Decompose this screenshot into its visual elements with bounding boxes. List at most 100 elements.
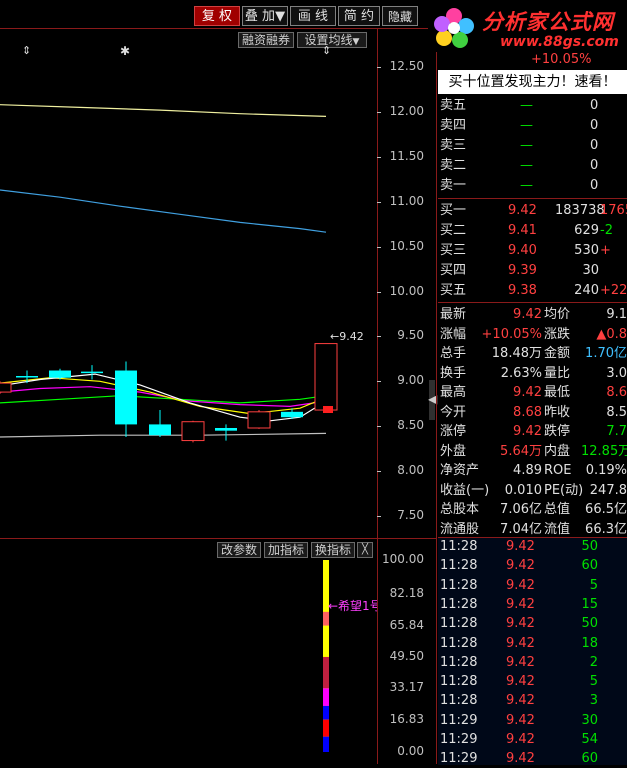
- price-tick-mark: [377, 111, 381, 113]
- sell-volume: 0: [590, 118, 599, 133]
- candle-body: [215, 427, 237, 431]
- price-tick-mark: [377, 336, 381, 338]
- stat-value: 4.89: [513, 463, 542, 478]
- candle-body: [181, 421, 205, 442]
- ad-banner[interactable]: 买十位置发现主力！速看！: [438, 70, 627, 94]
- buy-row[interactable]: 买一 9.42 183738 1765: [438, 201, 627, 221]
- tick-volume: 50: [581, 616, 598, 632]
- tick-price: 9.42: [506, 577, 535, 593]
- sell-label: 卖五: [440, 98, 467, 113]
- top-change: +10.05%: [531, 52, 592, 67]
- price-tick-label: 10.00: [389, 283, 424, 298]
- stat-value: 9.42: [513, 307, 542, 322]
- price-tick-mark: [377, 67, 381, 68]
- tick-price: 9.42: [506, 732, 535, 747]
- indicator-segment: [323, 705, 329, 720]
- candle-body: [314, 343, 338, 411]
- stat-label: 最低: [544, 385, 571, 400]
- buy-stats-divider: [438, 302, 627, 303]
- buy-volume: 30: [582, 263, 599, 278]
- stat-row: 净资产 4.89 ROE 0.19%: [438, 461, 627, 480]
- stat-value: 0.010: [504, 482, 542, 498]
- tick-time: 11:28: [440, 596, 478, 612]
- stat-row: 今开 8.68 昨收 8.5: [438, 403, 627, 422]
- sell-row[interactable]: 卖一 — 0: [438, 176, 627, 196]
- tick-time: 11:28: [440, 577, 478, 593]
- stat-value: 3.0: [606, 365, 627, 381]
- stat-row: 总手 18.48万 金额 1.70亿: [438, 344, 627, 363]
- tick-price: 9.42: [506, 693, 535, 709]
- stat-value: ▲0.8: [596, 326, 627, 342]
- buy-row[interactable]: 买三 9.40 530 +: [438, 241, 627, 261]
- sell-volume: 0: [590, 98, 599, 113]
- buy-row[interactable]: 买四 9.39 30: [438, 261, 627, 281]
- logo[interactable]: 分析家公式网 www.88gs.com: [428, 0, 627, 52]
- sell-price: —: [520, 158, 533, 173]
- tick-row: 11:28 9.42 18: [438, 634, 627, 653]
- tick-price: 9.42: [506, 635, 535, 651]
- tick-row: 11:28 9.42 3: [438, 691, 627, 710]
- candle-body: [115, 370, 137, 425]
- price-tick-mark: [377, 291, 381, 293]
- stat-value: 247.8: [589, 482, 627, 498]
- indicator-tick-label: 100.00: [382, 552, 424, 566]
- tick-price: 9.42: [506, 616, 535, 632]
- sell-buy-divider: [438, 198, 627, 199]
- ma20-line: [0, 386, 327, 408]
- stat-value: 66.5亿: [585, 502, 627, 517]
- indicator-chart: [323, 560, 329, 752]
- stat-value: 8.6: [606, 385, 627, 400]
- candle-body: [281, 411, 303, 418]
- buy-price: 9.39: [508, 263, 537, 278]
- sell-row[interactable]: 卖五 — 0: [438, 96, 627, 116]
- sell-label: 卖一: [440, 178, 467, 193]
- sell-row[interactable]: 卖三 — 0: [438, 136, 627, 156]
- stat-value: 1.70亿: [585, 346, 627, 361]
- tick-price: 9.42: [506, 751, 535, 767]
- stat-value: 9.42: [513, 424, 542, 439]
- stat-row: 收益(一) 0.010 PE(动) 247.8: [438, 481, 627, 500]
- tick-time: 11:29: [440, 712, 478, 728]
- buy-volume: 183738: [555, 203, 605, 218]
- tick-volume: 5: [589, 577, 598, 593]
- tick-volume: 30: [581, 712, 598, 728]
- price-tick-mark: [377, 246, 381, 248]
- sell-label: 卖三: [440, 138, 467, 153]
- buy-change: +: [600, 243, 611, 258]
- tick-time: 11:29: [440, 732, 478, 747]
- price-tick-mark: [377, 156, 381, 158]
- price-tick-label: 12.00: [389, 103, 424, 118]
- tick-volume: 3: [589, 693, 598, 709]
- stat-value: +10.05%: [481, 326, 542, 342]
- candle-body: [49, 370, 71, 378]
- indicator-segment: [323, 656, 329, 689]
- buy-change: 1765: [600, 203, 627, 218]
- stat-row: 换手 2.63% 量比 3.0: [438, 364, 627, 383]
- main-chart[interactable]: 复 权 叠 加▼ 画 线 简 约 隐藏 融资融券 设置均线▼ ⇕ ✱ ⇕ ←9.…: [0, 0, 436, 764]
- buy-row[interactable]: 买二 9.41 629 -2: [438, 221, 627, 241]
- logo-name: 分析家公式网: [482, 10, 614, 34]
- stat-label: 均价: [544, 307, 571, 322]
- tick-volume: 50: [581, 539, 598, 554]
- ad-banner-text: 买十位置发现主力！速看！: [448, 74, 617, 90]
- indicator-tick-label: 0.00: [397, 744, 424, 758]
- tick-price: 9.42: [506, 712, 535, 728]
- price-tick-label: 10.50: [389, 238, 424, 253]
- sell-row[interactable]: 卖四 — 0: [438, 116, 627, 136]
- sell-row[interactable]: 卖二 — 0: [438, 156, 627, 176]
- tick-price: 9.42: [506, 558, 535, 574]
- sell-price: —: [520, 98, 533, 113]
- stat-row: 总股本 7.06亿 总值 66.5亿: [438, 500, 627, 519]
- stat-value: 0.19%: [585, 463, 627, 478]
- stat-label: PE(动): [544, 482, 584, 498]
- buy-row[interactable]: 买五 9.38 240 +22: [438, 281, 627, 301]
- tick-volume: 60: [581, 751, 598, 767]
- hide-button[interactable]: 隐藏: [382, 6, 418, 26]
- stat-value: 5.64万: [500, 443, 542, 459]
- buy-volume: 240: [574, 283, 599, 298]
- stat-label: 涨跌: [544, 326, 571, 342]
- tick-row: 11:29 9.42 54: [438, 730, 627, 749]
- stat-value: 7.04亿: [500, 521, 542, 537]
- ma5-line: [0, 373, 327, 422]
- price-tick-mark: [377, 381, 381, 383]
